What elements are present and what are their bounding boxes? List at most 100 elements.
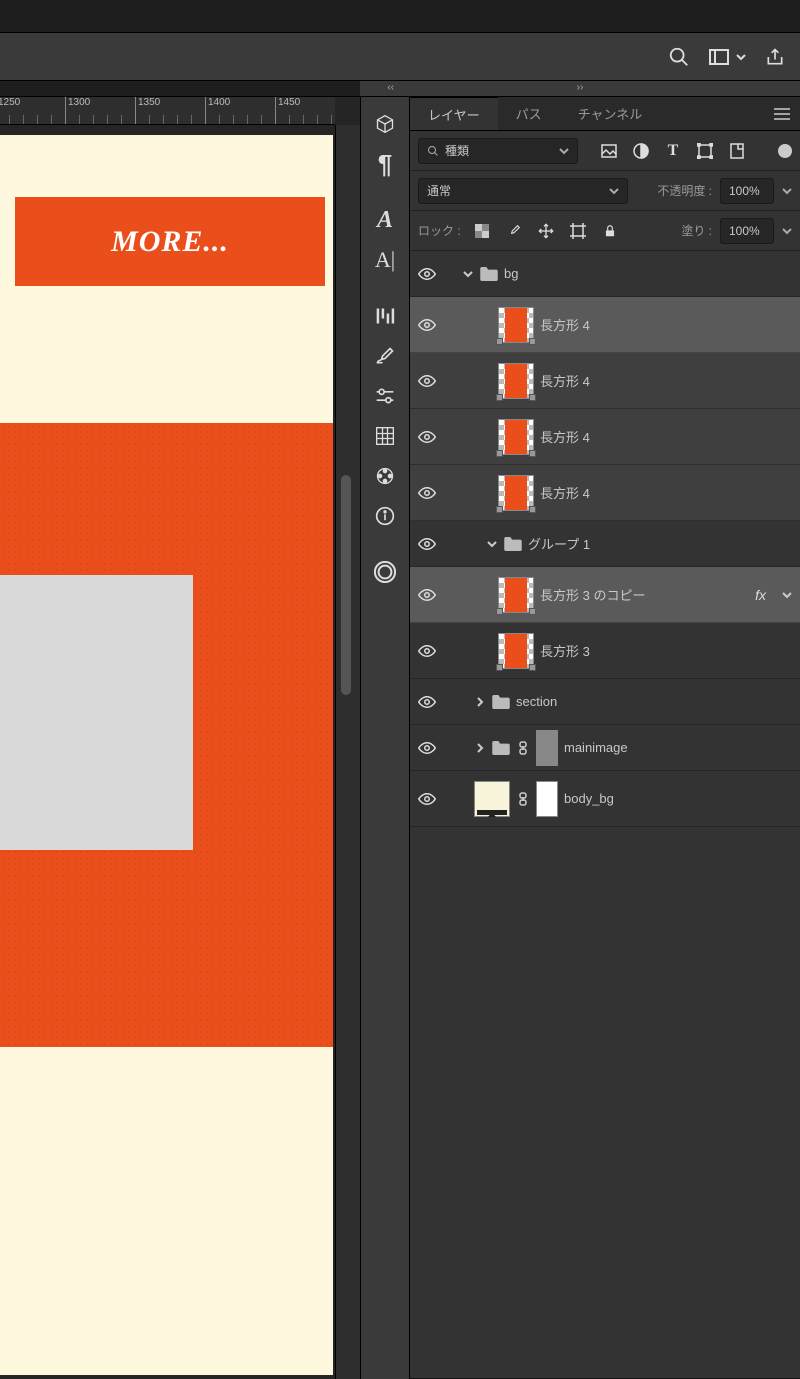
lock-bar: ロック : 塗り : 100% xyxy=(410,211,800,251)
layer-group-row[interactable]: section xyxy=(410,679,800,725)
opacity-input[interactable]: 100% xyxy=(720,178,774,204)
lock-all-icon[interactable] xyxy=(601,222,619,240)
layers-panel: レイヤー パス チャンネル 種類 T 通常 不透明度 : xyxy=(410,97,800,1379)
fill-value: 100% xyxy=(729,224,760,238)
filter-type-icon[interactable]: T xyxy=(664,142,682,160)
layer-thumb xyxy=(498,419,534,455)
layer-name: body_bg xyxy=(564,791,614,806)
layer-row[interactable]: 長方形 3 のコピー fx xyxy=(410,567,800,623)
visibility-icon[interactable] xyxy=(410,589,444,601)
app-titlebar xyxy=(0,0,800,33)
options-bar xyxy=(0,33,800,81)
info-icon[interactable] xyxy=(365,497,405,535)
layer-row[interactable]: 長方形 4 xyxy=(410,297,800,353)
filter-shape-icon[interactable] xyxy=(696,142,714,160)
mask-thumb xyxy=(536,730,558,766)
panel-menu-icon[interactable] xyxy=(764,108,800,120)
share-icon[interactable] xyxy=(764,46,786,68)
chevron-right-icon[interactable] xyxy=(474,743,486,753)
layer-name: bg xyxy=(504,266,518,281)
layer-name: 長方形 4 xyxy=(540,371,590,390)
chevron-down-icon[interactable] xyxy=(782,590,792,600)
canvas-scrollbar[interactable] xyxy=(335,125,360,1379)
visibility-icon[interactable] xyxy=(410,431,444,443)
glyphs-icon[interactable]: A| xyxy=(365,241,405,279)
layers-list[interactable]: bg 長方形 4 長方形 4 長方形 4 xyxy=(410,251,800,1379)
fill-dropdown-icon[interactable] xyxy=(782,226,792,236)
chevron-right-icon[interactable] xyxy=(474,697,486,707)
layer-row[interactable]: body_bg xyxy=(410,771,800,827)
panel-collapse-left[interactable]: ‹‹ xyxy=(0,81,400,97)
blend-mode-select[interactable]: 通常 xyxy=(418,178,628,204)
link-icon[interactable] xyxy=(516,792,530,806)
layer-row[interactable]: 長方形 4 xyxy=(410,409,800,465)
layer-name: 長方形 4 xyxy=(540,427,590,446)
canvas-area: 1250 1300 1350 1400 1450 MORE... xyxy=(0,97,360,1379)
adjustments-icon[interactable] xyxy=(365,377,405,415)
visibility-icon[interactable] xyxy=(410,538,444,550)
tab-paths[interactable]: パス xyxy=(498,97,560,130)
layer-thumb xyxy=(498,475,534,511)
grid-icon[interactable] xyxy=(365,417,405,455)
link-icon[interactable] xyxy=(516,741,530,755)
filter-kind-label: 種類 xyxy=(445,142,469,159)
collapsed-panel-strip: ¶ A A| xyxy=(360,97,410,1379)
tab-channels[interactable]: チャンネル xyxy=(560,97,661,130)
filter-adjust-icon[interactable] xyxy=(632,142,650,160)
layer-name: グループ 1 xyxy=(528,534,590,553)
visibility-icon[interactable] xyxy=(410,742,444,754)
ruler-tick: 1350 xyxy=(135,97,160,124)
filter-smart-icon[interactable] xyxy=(728,142,746,160)
canvas-viewport[interactable]: MORE... xyxy=(0,125,335,1379)
layer-group-row[interactable]: mainimage xyxy=(410,725,800,771)
layer-name: mainimage xyxy=(564,740,628,755)
chevron-down-icon[interactable] xyxy=(486,539,498,549)
visibility-icon[interactable] xyxy=(410,375,444,387)
paragraph-icon[interactable]: ¶ xyxy=(365,145,405,183)
visibility-icon[interactable] xyxy=(410,645,444,657)
layer-row[interactable]: 長方形 3 xyxy=(410,623,800,679)
layer-name: 長方形 4 xyxy=(540,483,590,502)
document-canvas[interactable]: MORE... xyxy=(0,135,333,1375)
folder-icon xyxy=(504,537,522,551)
workspace-icon[interactable] xyxy=(708,46,730,68)
chevron-down-icon[interactable] xyxy=(462,269,474,279)
layer-thumb xyxy=(498,363,534,399)
more-button-art: MORE... xyxy=(15,197,325,286)
properties-icon[interactable] xyxy=(365,297,405,335)
layer-filter-kind[interactable]: 種類 xyxy=(418,138,578,164)
layer-row[interactable]: 長方形 4 xyxy=(410,465,800,521)
lock-move-icon[interactable] xyxy=(537,222,555,240)
search-icon[interactable] xyxy=(668,46,690,68)
visibility-icon[interactable] xyxy=(410,793,444,805)
3d-icon[interactable] xyxy=(365,105,405,143)
filter-toggle-icon[interactable] xyxy=(778,144,792,158)
panel-collapse-right[interactable]: ›› xyxy=(360,81,800,97)
brushes-icon[interactable] xyxy=(365,337,405,375)
libraries-icon[interactable] xyxy=(365,553,405,591)
layer-name: 長方形 4 xyxy=(540,315,590,334)
fill-input[interactable]: 100% xyxy=(720,218,774,244)
layer-group-row[interactable]: グループ 1 xyxy=(410,521,800,567)
visibility-icon[interactable] xyxy=(410,319,444,331)
lock-transparent-icon[interactable] xyxy=(473,222,491,240)
lock-artboard-icon[interactable] xyxy=(569,222,587,240)
grey-box-art xyxy=(0,575,193,850)
layer-fx-label: fx xyxy=(755,587,766,603)
opacity-dropdown-icon[interactable] xyxy=(782,186,792,196)
tab-layers[interactable]: レイヤー xyxy=(410,97,498,130)
filter-pixel-icon[interactable] xyxy=(600,142,618,160)
horizontal-ruler[interactable]: 1250 1300 1350 1400 1450 xyxy=(0,97,335,125)
lock-paint-icon[interactable] xyxy=(505,222,523,240)
layer-group-row[interactable]: bg xyxy=(410,251,800,297)
folder-icon xyxy=(492,741,510,755)
visibility-icon[interactable] xyxy=(410,696,444,708)
character-icon[interactable]: A xyxy=(365,201,405,239)
swatches-icon[interactable] xyxy=(365,457,405,495)
visibility-icon[interactable] xyxy=(410,487,444,499)
opacity-value: 100% xyxy=(729,184,760,198)
layer-row[interactable]: 長方形 4 xyxy=(410,353,800,409)
scrollbar-thumb[interactable] xyxy=(341,475,351,695)
workspace-dropdown-icon[interactable] xyxy=(736,52,746,62)
visibility-icon[interactable] xyxy=(410,268,444,280)
